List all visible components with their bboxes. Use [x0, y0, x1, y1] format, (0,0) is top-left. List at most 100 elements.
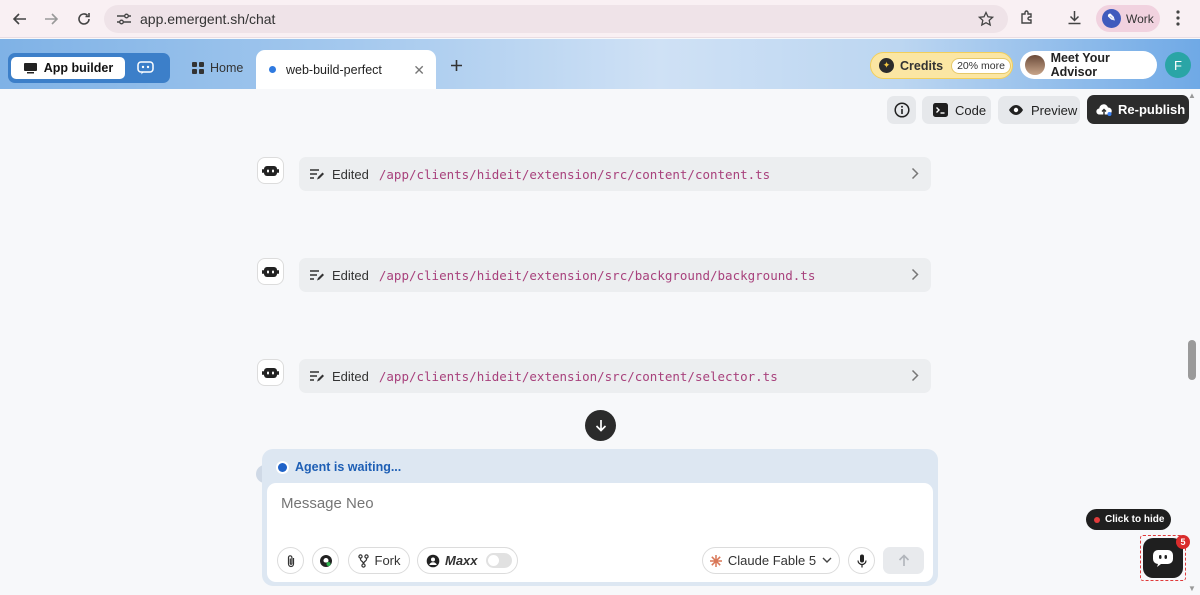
advisor-avatar — [1025, 55, 1045, 75]
fork-button[interactable]: Fork — [348, 547, 410, 574]
app-header: App builder Home web-build-perfect ✕ ✦ C… — [0, 39, 1200, 89]
tab-label: web-build-perfect — [286, 62, 382, 77]
home-tab[interactable]: Home — [192, 61, 243, 75]
send-button[interactable] — [883, 547, 924, 574]
chevron-right-icon — [911, 167, 919, 180]
plus-icon — [451, 60, 462, 71]
notification-badge: 5 — [1176, 535, 1190, 549]
credits-badge: 20% more — [951, 57, 1011, 74]
maxx-switch[interactable] — [485, 553, 512, 568]
agent-avatar — [257, 359, 284, 386]
click-to-hide-label: Click to hide — [1105, 514, 1165, 525]
tab-status-dot — [269, 66, 276, 73]
click-to-hide-button[interactable]: Click to hide — [1086, 509, 1171, 530]
back-arrow-icon — [13, 13, 26, 25]
scroll-to-bottom-button[interactable] — [585, 410, 616, 441]
github-button[interactable] — [312, 547, 339, 574]
republish-label: Re-publish — [1118, 102, 1186, 117]
agent-avatar — [257, 157, 284, 184]
browser-menu-icon[interactable] — [1176, 10, 1180, 26]
chevron-right-icon — [911, 268, 919, 281]
agent-status: Agent is waiting... — [278, 460, 401, 474]
forward-button[interactable] — [41, 9, 61, 29]
edited-file-path: /app/clients/hideit/extension/src/backgr… — [378, 267, 816, 283]
voice-input-button[interactable] — [848, 547, 875, 574]
coin-icon: ✦ — [879, 58, 894, 73]
preview-label: Preview — [1031, 102, 1078, 118]
new-tab-button[interactable] — [450, 59, 463, 72]
model-selector[interactable]: Claude Fable 5 — [702, 547, 840, 574]
edit-lines-icon — [309, 269, 324, 282]
maxx-avatar-icon — [426, 554, 440, 567]
back-button[interactable] — [10, 9, 30, 29]
meet-advisor-button[interactable]: Meet Your Advisor — [1020, 51, 1157, 79]
grid-icon — [192, 62, 204, 74]
reload-icon — [78, 13, 90, 25]
close-tab-icon[interactable]: ✕ — [413, 62, 425, 79]
info-icon — [893, 102, 910, 118]
reload-button[interactable] — [74, 9, 94, 29]
edit-action-label: Edited — [332, 166, 369, 182]
app-builder-label: App builder — [43, 61, 114, 75]
credits-label: Credits — [900, 58, 944, 73]
record-dot — [1094, 516, 1100, 523]
app-builder-mode-button[interactable]: App builder — [11, 57, 125, 79]
chevron-right-icon — [911, 369, 919, 382]
message-composer: Agent is waiting... Fork Maxx Claude Fab… — [262, 449, 938, 586]
attach-button[interactable] — [277, 547, 304, 574]
agent-status-text: Agent is waiting... — [295, 460, 402, 474]
terminal-icon — [933, 103, 948, 117]
robot-icon — [262, 266, 279, 277]
cloud-upload-icon — [1096, 104, 1112, 116]
agent-avatar — [257, 258, 284, 285]
robot-chat-icon — [1153, 550, 1173, 567]
tab-web-build-perfect[interactable]: web-build-perfect ✕ — [256, 50, 436, 89]
forward-arrow-icon — [45, 13, 58, 25]
edit-action-label: Edited — [332, 267, 369, 283]
extensions-icon[interactable] — [1019, 9, 1036, 26]
maxx-switch-knob — [487, 555, 499, 566]
address-bar[interactable]: app.emergent.sh/chat — [104, 5, 1008, 33]
bookmark-star-icon[interactable] — [978, 11, 994, 27]
preview-button[interactable]: Preview — [998, 96, 1080, 124]
browser-toolbar: app.emergent.sh/chat ✎ Work — [0, 0, 1200, 38]
maxx-toggle[interactable]: Maxx — [417, 547, 518, 574]
chat-bot-icon — [137, 61, 154, 75]
page-scrollbar-thumb[interactable] — [1188, 340, 1196, 380]
credits-button[interactable]: ✦ Credits 20% more — [870, 52, 1013, 79]
user-avatar[interactable]: F — [1165, 52, 1191, 78]
chevron-down-icon — [822, 557, 832, 563]
info-button[interactable] — [887, 96, 916, 124]
microphone-icon — [856, 554, 867, 567]
home-tab-label: Home — [210, 61, 244, 75]
code-button[interactable]: Code — [922, 96, 991, 124]
paperclip-icon — [287, 554, 294, 567]
chat-mode-button[interactable] — [137, 61, 154, 75]
robot-icon — [262, 367, 279, 378]
site-settings-icon[interactable] — [116, 12, 132, 26]
download-icon[interactable] — [1066, 9, 1083, 26]
url-text[interactable]: app.emergent.sh/chat — [140, 11, 275, 27]
mode-switch: App builder — [8, 53, 170, 83]
file-edit-card[interactable]: Edited /app/clients/hideit/extension/src… — [299, 258, 931, 292]
message-input[interactable] — [281, 495, 881, 512]
edited-file-path: /app/clients/hideit/extension/src/conten… — [378, 166, 771, 182]
file-edit-card[interactable]: Edited /app/clients/hideit/extension/src… — [299, 157, 931, 191]
republish-button[interactable]: Re-publish — [1087, 95, 1189, 124]
edit-lines-icon — [309, 168, 324, 181]
eye-icon — [1009, 105, 1023, 115]
edit-action-label: Edited — [332, 368, 369, 384]
fork-icon — [357, 553, 369, 568]
edit-lines-icon — [309, 370, 324, 383]
code-label: Code — [955, 102, 987, 118]
claude-sparkle-icon — [709, 554, 722, 567]
status-dot — [278, 462, 287, 472]
scroll-down-arrow-icon[interactable]: ▼ — [1188, 584, 1196, 593]
github-icon — [319, 554, 332, 567]
profile-avatar: ✎ — [1102, 9, 1121, 28]
robot-icon — [262, 165, 279, 176]
file-edit-card[interactable]: Edited /app/clients/hideit/extension/src… — [299, 359, 931, 393]
advisor-label: Meet Your Advisor — [1050, 51, 1110, 79]
profile-button[interactable]: ✎ Work — [1096, 5, 1160, 32]
scroll-up-arrow-icon[interactable]: ▲ — [1188, 91, 1196, 100]
